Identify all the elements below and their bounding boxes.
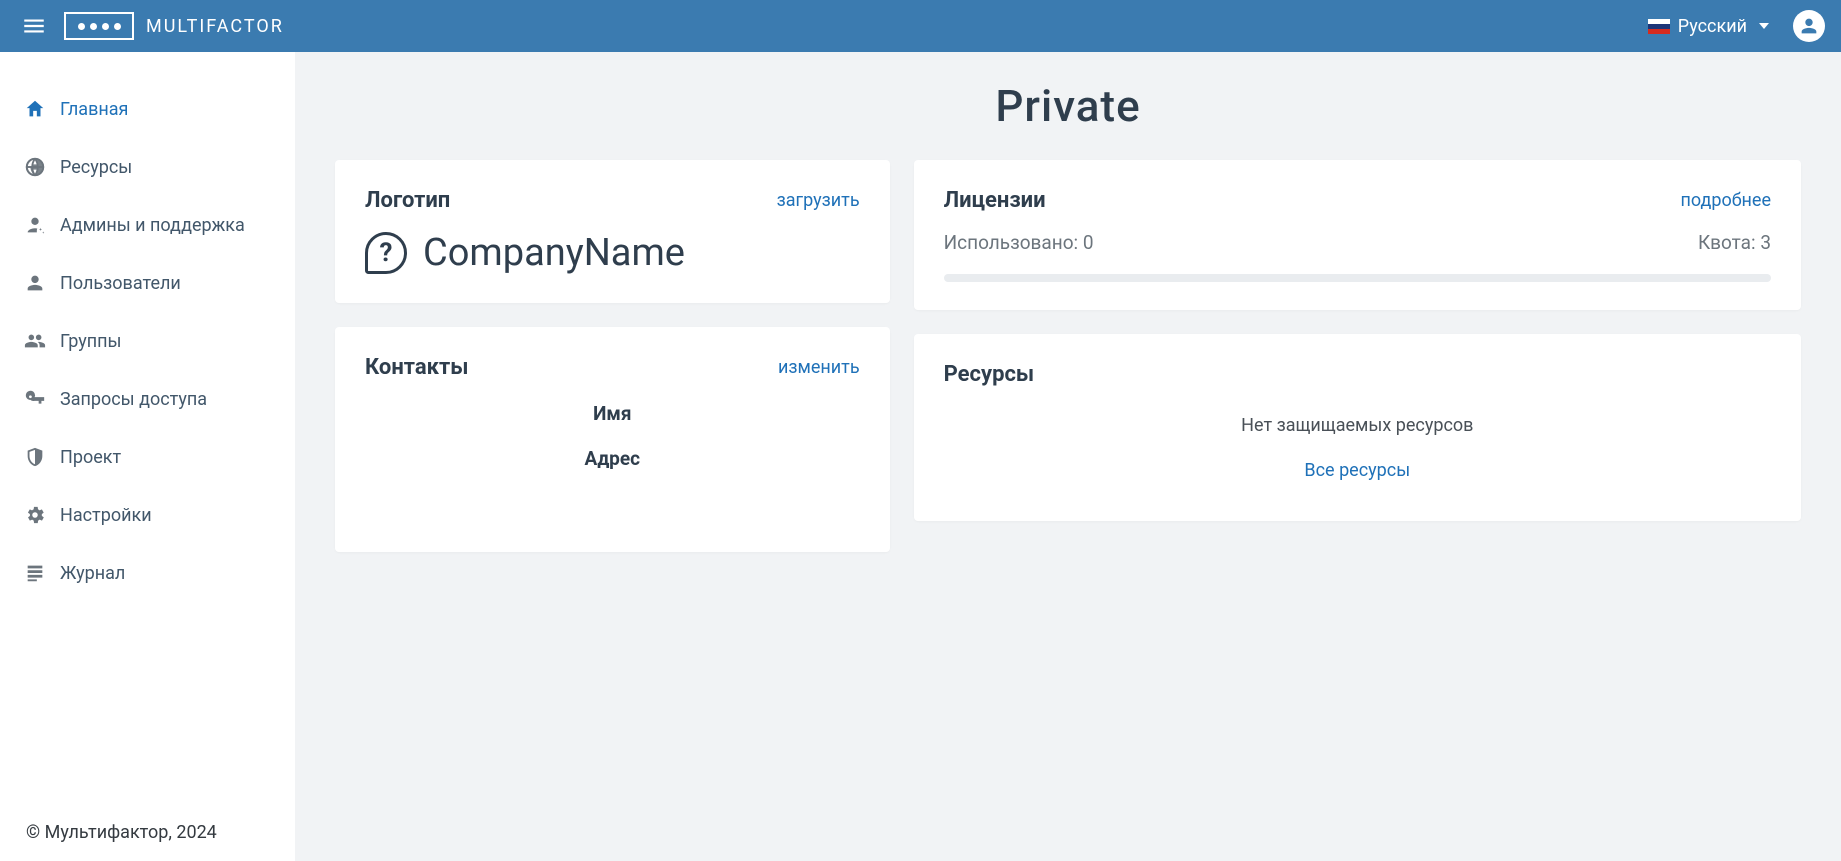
sidebar-item-project[interactable]: Проект <box>0 428 295 486</box>
sidebar-item-label: Главная <box>60 99 128 120</box>
licenses-used: Использовано: 0 <box>944 231 1094 254</box>
sidebar-item-label: Проект <box>60 447 121 468</box>
licenses-details-link[interactable]: подробнее <box>1680 190 1771 211</box>
logo-card: Логотип загрузить ? CompanyName <box>335 160 890 303</box>
resources-card-title: Ресурсы <box>944 362 1035 387</box>
sidebar-item-label: Ресурсы <box>60 157 132 178</box>
flag-ru-icon <box>1648 19 1670 34</box>
globe-icon <box>24 156 46 178</box>
group-icon <box>24 330 46 352</box>
gear-icon <box>24 504 46 526</box>
chevron-down-icon <box>1759 23 1769 29</box>
page-title: Private <box>335 80 1801 132</box>
logo-card-title: Логотип <box>365 188 450 213</box>
contact-address-label: Адрес <box>365 447 860 470</box>
sidebar-item-label: Пользователи <box>60 273 181 294</box>
sidebar-item-users[interactable]: Пользователи <box>0 254 295 312</box>
sidebar-item-home[interactable]: Главная <box>0 80 295 138</box>
licenses-card: Лицензии подробнее Использовано: 0 Квота… <box>914 160 1801 310</box>
sidebar-item-groups[interactable]: Группы <box>0 312 295 370</box>
main-content: Private Логотип загрузить ? CompanyName … <box>295 52 1841 861</box>
sidebar-item-admins[interactable]: Админы и поддержка <box>0 196 295 254</box>
brand-text: MULTIFACTOR <box>146 16 284 37</box>
sidebar-item-access-requests[interactable]: Запросы доступа <box>0 370 295 428</box>
header: MULTIFACTOR Русский <box>0 0 1841 52</box>
sidebar-item-label: Админы и поддержка <box>60 215 245 236</box>
account-button[interactable] <box>1793 10 1825 42</box>
sidebar-item-settings[interactable]: Настройки <box>0 486 295 544</box>
licenses-quota: Квота: 3 <box>1698 231 1771 254</box>
resources-empty-text: Нет защищаемых ресурсов <box>944 415 1771 436</box>
contacts-card-title: Контакты <box>365 355 468 380</box>
admin-icon <box>24 214 46 236</box>
log-icon <box>24 562 46 584</box>
all-resources-link[interactable]: Все ресурсы <box>1304 460 1410 481</box>
sidebar-item-label: Запросы доступа <box>60 389 207 410</box>
licenses-progress-bar <box>944 274 1771 282</box>
upload-logo-link[interactable]: загрузить <box>777 190 860 211</box>
shield-icon <box>24 446 46 468</box>
brand-logo-icon <box>64 12 134 40</box>
footer-copyright: © Мультифактор, 2024 <box>0 804 1841 861</box>
sidebar-item-log[interactable]: Журнал <box>0 544 295 602</box>
licenses-card-title: Лицензии <box>944 188 1046 213</box>
contact-name-label: Имя <box>365 402 860 425</box>
sidebar-item-label: Настройки <box>60 505 152 526</box>
sidebar-item-resources[interactable]: Ресурсы <box>0 138 295 196</box>
resources-card: Ресурсы Нет защищаемых ресурсов Все ресу… <box>914 334 1801 521</box>
contacts-card: Контакты изменить Имя Адрес <box>335 327 890 552</box>
language-switcher[interactable]: Русский <box>1648 16 1769 37</box>
sidebar: Главная Ресурсы Админы и поддержка Польз… <box>0 52 295 861</box>
key-icon <box>24 388 46 410</box>
sidebar-item-label: Группы <box>60 331 122 352</box>
user-icon <box>24 272 46 294</box>
language-label: Русский <box>1678 16 1747 37</box>
home-icon <box>24 98 46 120</box>
sidebar-item-label: Журнал <box>60 563 125 584</box>
company-placeholder-icon: ? <box>365 232 407 274</box>
company-name: CompanyName <box>423 231 685 275</box>
menu-button[interactable] <box>16 8 52 44</box>
edit-contacts-link[interactable]: изменить <box>778 357 860 378</box>
